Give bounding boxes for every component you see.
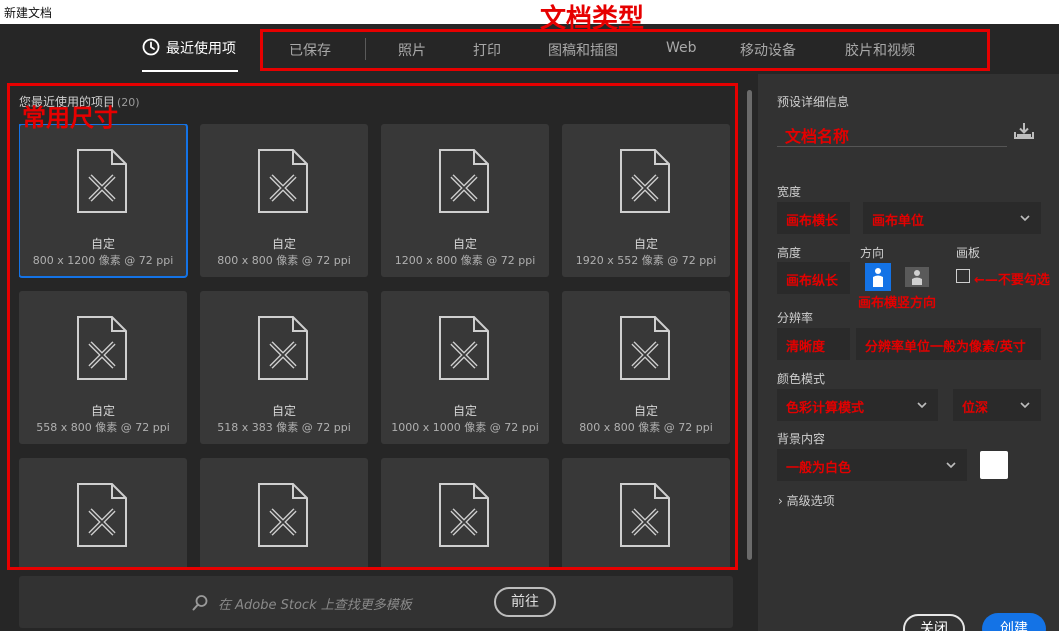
preset-details-panel: 预设详细信息 文档名称 宽度 画布横长 画布单位 高度 方向 画板 画布纵长 ←… bbox=[758, 74, 1059, 631]
clock-icon bbox=[142, 38, 160, 56]
resolution-unit-value: 分辨率单位一般为像素/英寸 bbox=[865, 340, 1026, 355]
advanced-options-toggle[interactable]: › 高级选项 bbox=[778, 492, 835, 509]
width-input[interactable]: 画布横长 bbox=[777, 202, 850, 234]
width-input-value: 画布横长 bbox=[786, 214, 839, 229]
save-preset-icon[interactable] bbox=[1013, 121, 1035, 141]
chevron-down-icon bbox=[917, 402, 927, 409]
chevron-down-icon bbox=[1020, 215, 1030, 222]
preset-details-heading: 预设详细信息 bbox=[777, 95, 850, 109]
grid-scrollbar[interactable] bbox=[747, 90, 752, 570]
grid-scroll-thumb[interactable] bbox=[747, 90, 752, 560]
stock-search-bar: 在 Adobe Stock 上查找更多模板 前往 bbox=[19, 576, 733, 628]
color-mode-select[interactable]: 色彩计算模式 bbox=[777, 389, 938, 421]
portrait-icon[interactable] bbox=[865, 263, 891, 291]
background-color-swatch[interactable] bbox=[980, 451, 1008, 479]
annotation-common-sizes: 常用尺寸 bbox=[22, 104, 118, 132]
chevron-right-icon: › bbox=[778, 494, 783, 508]
height-label: 高度 bbox=[777, 246, 802, 260]
annotation-artboard-note: ←—不要勾选 bbox=[974, 273, 1050, 288]
color-mode-value: 色彩计算模式 bbox=[786, 401, 865, 416]
resolution-unit-select[interactable]: 分辨率单位一般为像素/英寸 bbox=[856, 328, 1041, 360]
stock-search-input[interactable]: 在 Adobe Stock 上查找更多模板 bbox=[218, 594, 412, 613]
advanced-options-label: 高级选项 bbox=[786, 494, 835, 508]
background-select[interactable]: 一般为白色 bbox=[777, 449, 967, 481]
chevron-down-icon bbox=[1020, 402, 1030, 409]
bit-depth-select[interactable]: 位深 bbox=[953, 389, 1041, 421]
annotation-orientation: 画布横竖方向 bbox=[858, 296, 937, 311]
annotation-box-common-sizes bbox=[7, 83, 738, 570]
unit-select-value: 画布单位 bbox=[872, 214, 925, 229]
annotation-doc-types: 文档类型 bbox=[540, 4, 645, 34]
orientation-label: 方向 bbox=[860, 246, 885, 260]
new-document-dialog: 最近使用项 已保存 照片 打印 图稿和插图 Web 移动设备 胶片和视频 文档类… bbox=[0, 4, 1059, 631]
artboard-label: 画板 bbox=[956, 246, 981, 260]
background-label: 背景内容 bbox=[777, 432, 826, 446]
close-button[interactable]: 关闭 bbox=[903, 614, 965, 631]
chevron-down-icon bbox=[946, 462, 956, 469]
window-title: 新建文档 bbox=[0, 0, 1059, 24]
background-value: 一般为白色 bbox=[786, 461, 852, 476]
resolution-input[interactable]: 清晰度 bbox=[777, 328, 850, 360]
width-label: 宽度 bbox=[777, 185, 802, 199]
go-button[interactable]: 前往 bbox=[494, 587, 556, 617]
document-name-underline bbox=[777, 146, 1007, 147]
search-icon bbox=[192, 595, 208, 611]
create-button[interactable]: 创建 bbox=[982, 613, 1046, 631]
tab-recent[interactable]: 最近使用项 bbox=[142, 38, 238, 72]
height-input[interactable]: 画布纵长 bbox=[777, 262, 850, 294]
resolution-input-value: 清晰度 bbox=[786, 340, 826, 355]
tab-recent-label: 最近使用项 bbox=[166, 41, 236, 57]
unit-select[interactable]: 画布单位 bbox=[863, 202, 1041, 234]
height-input-value: 画布纵长 bbox=[786, 274, 839, 289]
landscape-icon[interactable] bbox=[904, 265, 930, 289]
color-mode-label: 颜色模式 bbox=[777, 372, 826, 386]
resolution-label: 分辨率 bbox=[777, 311, 814, 325]
document-name-field[interactable]: 文档名称 bbox=[785, 123, 849, 147]
annotation-box-doc-types bbox=[260, 29, 990, 71]
artboard-checkbox[interactable] bbox=[956, 269, 970, 283]
bit-depth-value: 位深 bbox=[962, 401, 989, 416]
